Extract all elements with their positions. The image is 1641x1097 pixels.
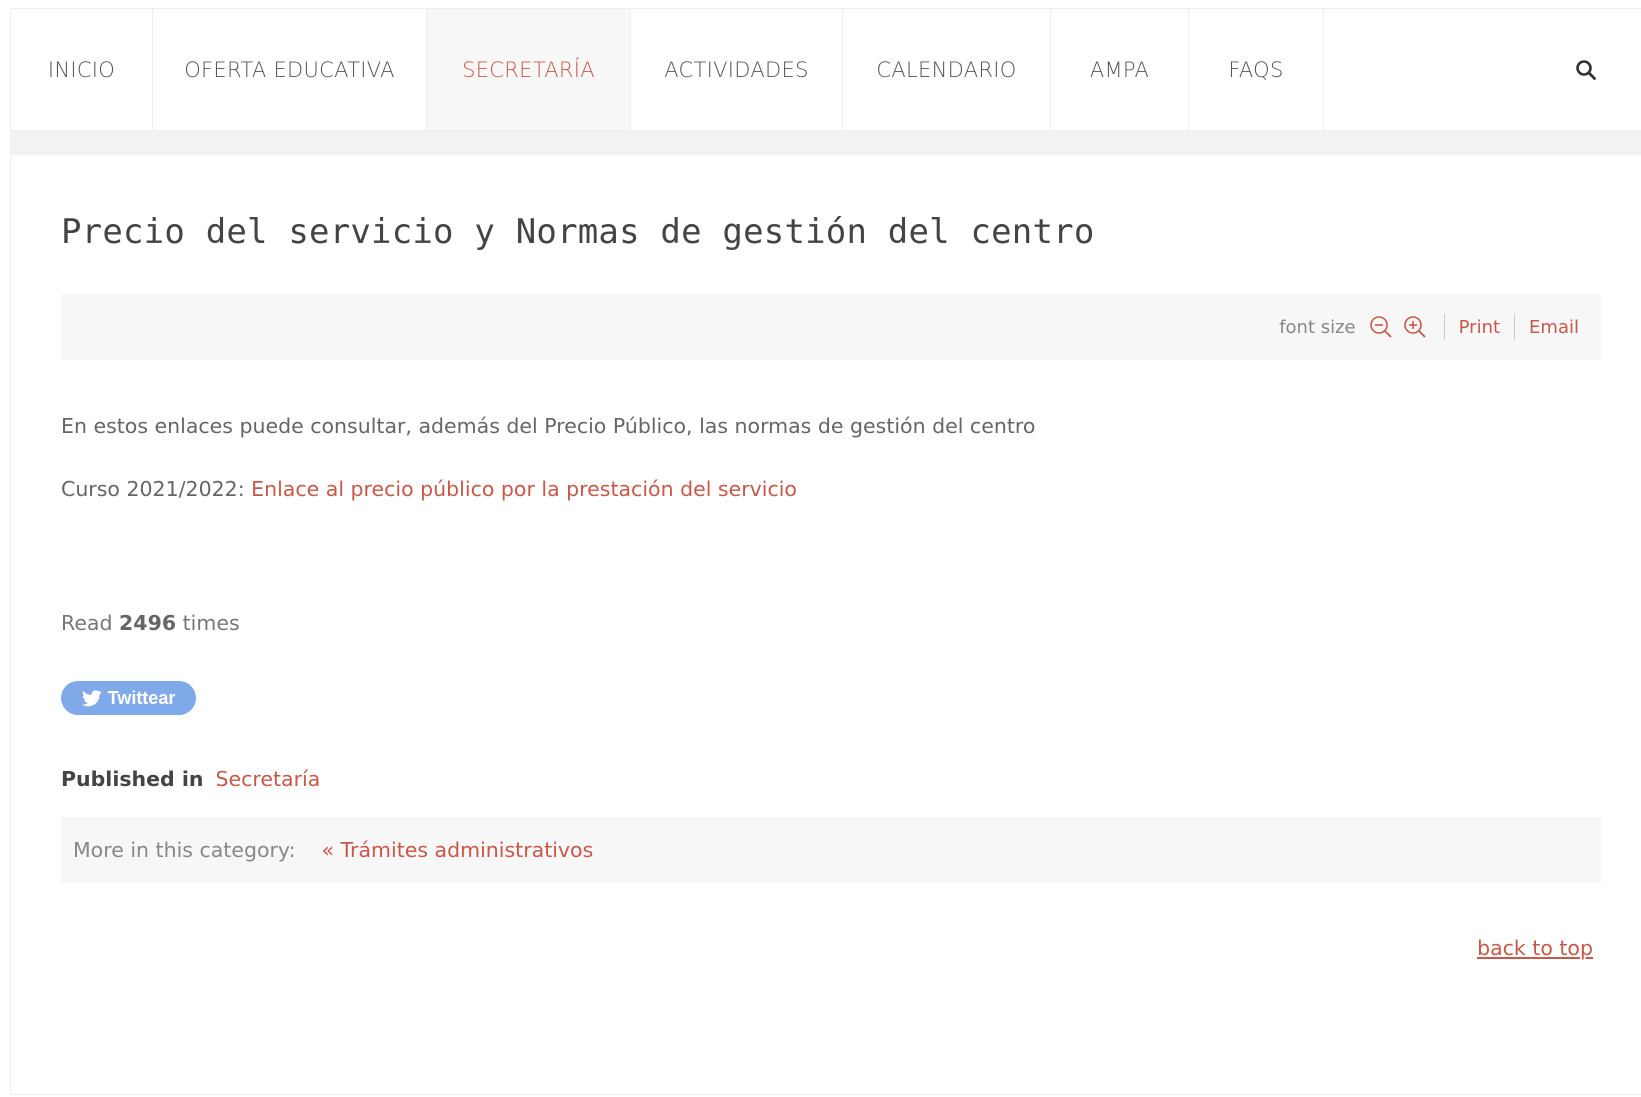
nav-item-actividades[interactable]: ACTIVIDADES — [631, 9, 843, 130]
course-price-link[interactable]: Enlace al precio público por la prestaci… — [251, 477, 797, 501]
twitter-bird-icon — [81, 689, 102, 706]
more-in-category-bar: More in this category: « Trámites admini… — [61, 817, 1601, 883]
email-link[interactable]: Email — [1529, 317, 1579, 338]
article-intro: En estos enlaces puede consultar, además… — [61, 414, 1036, 438]
published-label: Published in — [61, 767, 204, 791]
tweet-label: Twittear — [107, 687, 176, 708]
font-increase-button[interactable] — [1400, 312, 1430, 342]
published-category-link[interactable]: Secretaría — [215, 767, 320, 791]
article-title: Precio del servicio y Normas de gestión … — [61, 212, 1095, 252]
font-size-label: font size — [1279, 316, 1356, 338]
nav-item-ampa[interactable]: AMPA — [1051, 9, 1189, 130]
back-to-top-link[interactable]: back to top — [1477, 936, 1593, 960]
tools-separator — [1514, 314, 1516, 340]
print-link[interactable]: Print — [1459, 317, 1500, 338]
nav-item-secretaria[interactable]: SECRETARÍA — [427, 9, 631, 130]
tweet-button[interactable]: Twittear — [61, 681, 196, 715]
more-label: More in this category: — [73, 838, 296, 862]
read-suffix: times — [182, 611, 240, 635]
nav-divider-band — [11, 131, 1641, 155]
previous-article-link[interactable]: « Trámites administrativos — [321, 838, 593, 862]
tools-separator — [1443, 314, 1445, 340]
page-frame: INICIO OFERTA EDUCATIVA SECRETARÍA ACTIV… — [10, 8, 1641, 1095]
published-in: Published in Secretaría — [61, 767, 320, 791]
course-label: Curso 2021/2022: — [61, 477, 252, 501]
search-button[interactable] — [1501, 9, 1641, 130]
read-counter: Read 2496 times — [61, 611, 240, 635]
article-tools-bar: font size Print Email — [61, 294, 1601, 360]
search-icon — [1576, 59, 1596, 80]
zoom-out-icon — [1369, 316, 1392, 338]
read-count: 2496 — [119, 611, 177, 635]
nav-item-inicio[interactable]: INICIO — [11, 9, 153, 130]
nav-item-oferta-educativa[interactable]: OFERTA EDUCATIVA — [153, 9, 427, 130]
zoom-in-icon — [1403, 316, 1426, 338]
read-prefix: Read — [61, 611, 113, 635]
main-nav: INICIO OFERTA EDUCATIVA SECRETARÍA ACTIV… — [11, 9, 1641, 131]
course-line: Curso 2021/2022: Enlace al precio públic… — [61, 477, 797, 501]
font-decrease-button[interactable] — [1366, 312, 1396, 342]
nav-item-calendario[interactable]: CALENDARIO — [843, 9, 1051, 130]
nav-item-faqs[interactable]: FAQS — [1189, 9, 1324, 130]
